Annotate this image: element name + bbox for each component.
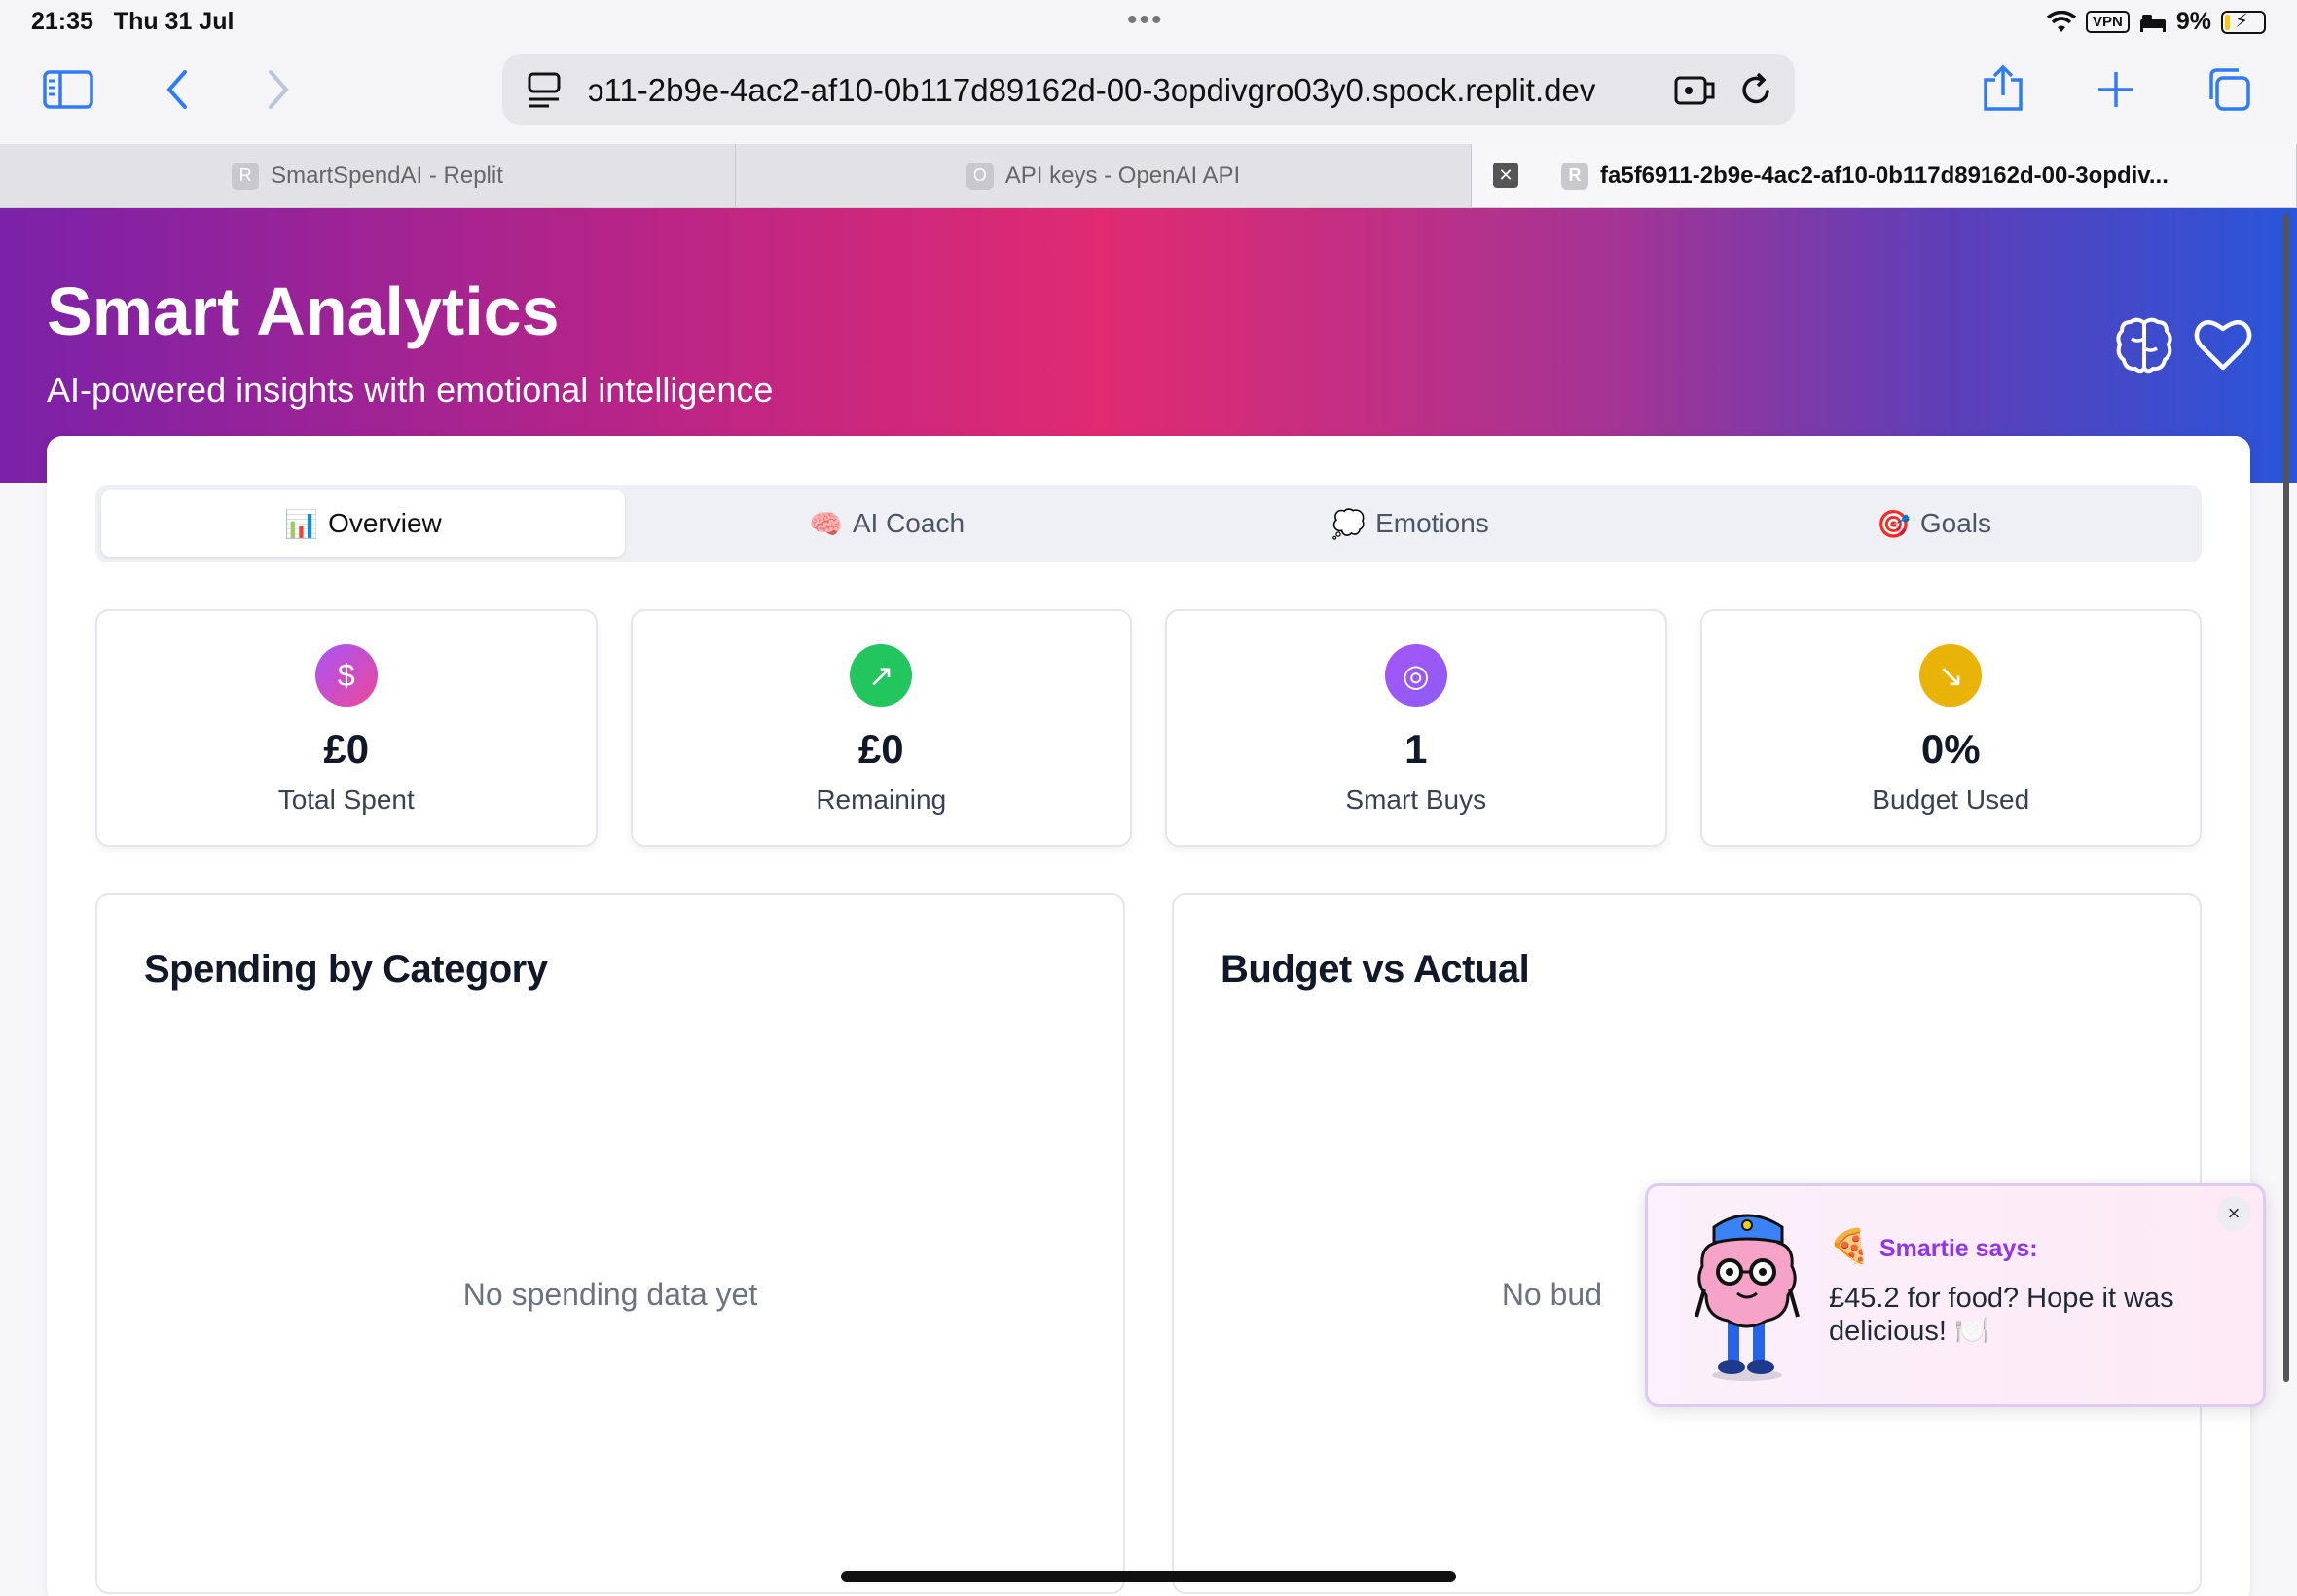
- target-icon: ◎: [1384, 644, 1447, 707]
- extension-icon[interactable]: [1674, 74, 1717, 107]
- stat-label: Smart Buys: [1345, 784, 1487, 815]
- multitask-dots-icon[interactable]: •••: [1127, 4, 1164, 37]
- openai-favicon: O: [966, 162, 994, 190]
- stat-smart-buys: ◎ 1 Smart Buys: [1165, 609, 1667, 847]
- heart-icon: [2194, 320, 2252, 371]
- toast-title: Smartie says:: [1879, 1235, 2038, 1262]
- battery-percent: 9%: [2175, 8, 2211, 35]
- status-time: 21:35 Thu 31 Jul: [31, 8, 235, 35]
- page-scrollbar[interactable]: [2283, 214, 2289, 1382]
- bed-icon: [2139, 14, 2166, 32]
- thought-bubble-icon: 💭: [1331, 508, 1367, 539]
- analytics-tabs: 📊 Overview 🧠 AI Coach 💭 Emotions 🎯 Goals: [95, 485, 2202, 562]
- tab-label: Emotions: [1375, 508, 1489, 538]
- stat-budget-used: ↘ 0% Budget Used: [1699, 609, 2202, 847]
- stat-value: £0: [323, 726, 370, 772]
- trending-down-icon: ↘: [1919, 644, 1983, 707]
- stat-value: 1: [1404, 726, 1428, 772]
- battery-charging-icon: ⚡: [2221, 10, 2266, 34]
- close-tab-icon[interactable]: ✕: [1493, 163, 1518, 188]
- home-indicator[interactable]: [841, 1571, 1456, 1582]
- stat-total-spent: $ £0 Total Spent: [95, 609, 598, 847]
- page-menu-icon[interactable]: [528, 72, 561, 109]
- tab-emotions[interactable]: 💭 Emotions: [1148, 490, 1672, 557]
- tab-label: Goals: [1919, 508, 1992, 538]
- close-toast-button[interactable]: ×: [2216, 1196, 2251, 1231]
- analytics-card: 📊 Overview 🧠 AI Coach 💭 Emotions 🎯 Goals…: [47, 436, 2250, 1596]
- toast-message: £45.2 for food? Hope it was delicious! 🍽…: [1829, 1283, 2174, 1347]
- trending-up-icon: ↗: [850, 644, 913, 707]
- address-bar[interactable]: ɔ11-2b9e-4ac2-af10-0b117d89162d-00-3opdi…: [502, 54, 1795, 125]
- spending-by-category-panel: Spending by Category No spending data ye…: [95, 893, 1125, 1594]
- dollar-icon: $: [314, 644, 378, 707]
- empty-state: No bud: [1501, 1277, 1602, 1312]
- bar-chart-icon: 📊: [284, 508, 319, 539]
- panel-title: Budget vs Actual: [1221, 948, 1530, 991]
- back-icon[interactable]: [164, 68, 191, 111]
- sidebar-toggle-icon[interactable]: [43, 70, 93, 109]
- empty-state: No spending data yet: [462, 1277, 758, 1312]
- stat-remaining: ↗ £0 Remaining: [630, 609, 1132, 847]
- stats-row: $ £0 Total Spent ↗ £0 Remaining ◎ 1 Smar…: [95, 609, 2202, 847]
- page-title: Smart Analytics: [47, 273, 560, 349]
- tab-label: Overview: [328, 508, 442, 538]
- share-icon[interactable]: [1982, 64, 2024, 113]
- vpn-badge: VPN: [2086, 11, 2130, 33]
- tab-title: SmartSpendAI - Replit: [271, 162, 503, 189]
- url-text[interactable]: ɔ11-2b9e-4ac2-af10-0b117d89162d-00-3opdi…: [588, 72, 1595, 109]
- tab-smartspendai-replit[interactable]: R SmartSpendAI - Replit: [0, 144, 736, 207]
- wifi-icon: [2047, 10, 2077, 32]
- browser-toolbar: ɔ11-2b9e-4ac2-af10-0b117d89162d-00-3opdi…: [0, 47, 2297, 144]
- panel-title: Spending by Category: [144, 948, 548, 991]
- smartie-mascot-icon: [1695, 1214, 1800, 1381]
- stat-value: 0%: [1920, 726, 1981, 772]
- forward-icon[interactable]: [265, 68, 292, 111]
- stat-value: £0: [857, 726, 904, 772]
- brain-icon: [2116, 317, 2172, 374]
- stat-label: Budget Used: [1872, 784, 2030, 815]
- smartie-toast: 🍕 Smartie says: £45.2 for food? Hope it …: [1645, 1183, 2266, 1407]
- new-tab-icon[interactable]: [2096, 70, 2135, 109]
- tab-goals[interactable]: 🎯 Goals: [1672, 490, 2196, 557]
- stat-label: Total Spent: [277, 784, 415, 815]
- status-right: VPN 9% ⚡: [2047, 8, 2266, 36]
- brain-icon: 🧠: [808, 508, 843, 539]
- stat-label: Remaining: [816, 784, 947, 815]
- tab-current[interactable]: ✕ R fa5f6911-2b9e-4ac2-af10-0b117d89162d…: [1472, 144, 2297, 207]
- tab-title: fa5f6911-2b9e-4ac2-af10-0b117d89162d-00-…: [1600, 162, 2169, 189]
- target-icon: 🎯: [1876, 508, 1911, 539]
- hero-icons: [2114, 317, 2252, 374]
- tab-ai-coach[interactable]: 🧠 AI Coach: [625, 490, 1148, 557]
- reload-icon[interactable]: [1738, 72, 1773, 109]
- status-bar: 21:35 Thu 31 Jul ••• VPN 9% ⚡: [0, 0, 2297, 47]
- tab-bar: R SmartSpendAI - Replit O API keys - Ope…: [0, 144, 2297, 208]
- tab-overview[interactable]: 📊 Overview: [101, 490, 625, 557]
- pizza-icon: 🍕: [1829, 1228, 1871, 1265]
- page-subtitle: AI-powered insights with emotional intel…: [47, 370, 774, 410]
- tab-openai-api-keys[interactable]: O API keys - OpenAI API: [736, 144, 1472, 207]
- tab-label: AI Coach: [852, 508, 966, 538]
- tab-title: API keys - OpenAI API: [1004, 162, 1241, 189]
- replit-favicon: R: [232, 162, 260, 190]
- tab-overview-icon[interactable]: [2206, 66, 2252, 113]
- replit-favicon: R: [1561, 162, 1588, 190]
